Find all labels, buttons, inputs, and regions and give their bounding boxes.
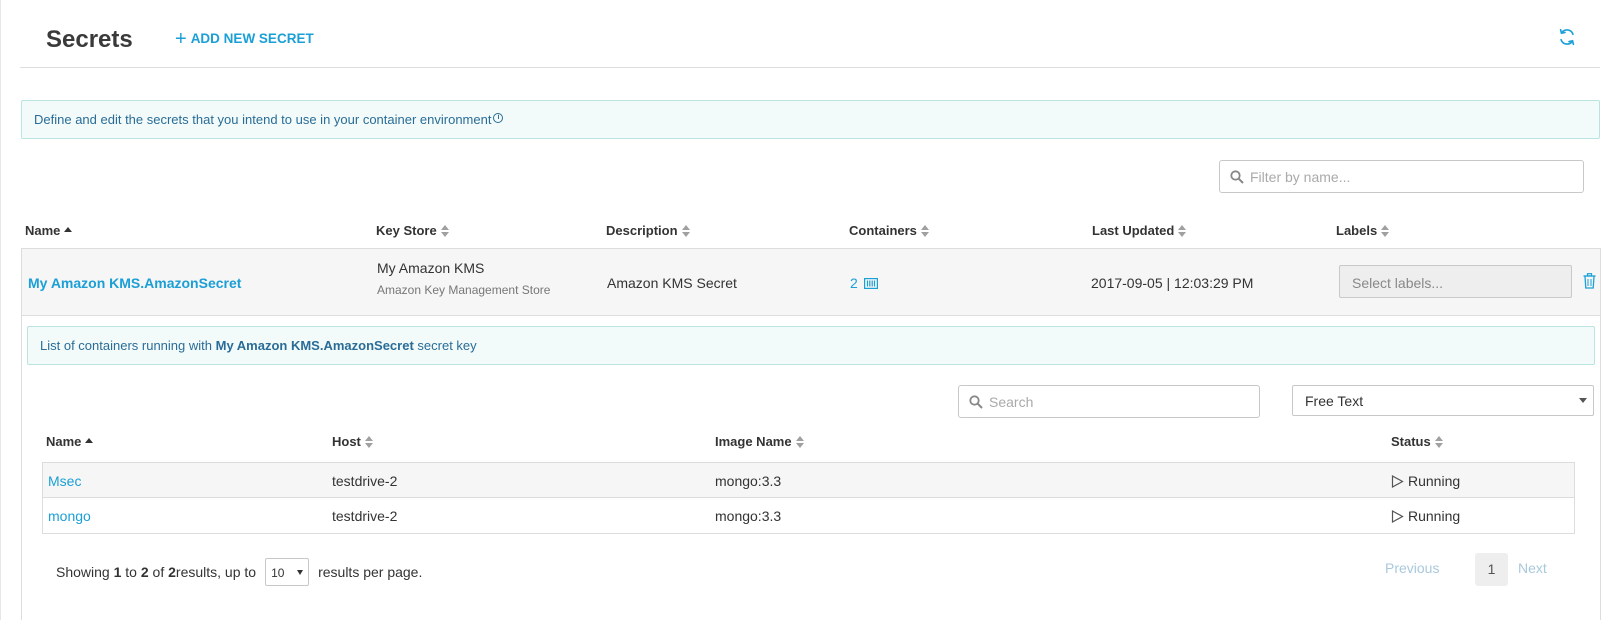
previous-page-button[interactable]: Previous xyxy=(1385,560,1439,576)
sort-icon xyxy=(920,224,929,237)
info-text-label: Define and edit the secrets that you int… xyxy=(34,112,492,127)
add-new-secret-button[interactable]: + ADD NEW SECRET xyxy=(175,27,314,50)
last-updated-value: 2017-09-05 | 12:03:29 PM xyxy=(1091,275,1254,291)
column-header-label: Description xyxy=(606,223,678,238)
column-header-label: Key Store xyxy=(376,223,437,238)
chevron-down-icon xyxy=(1579,398,1587,403)
sort-icon xyxy=(681,224,690,237)
plus-icon: + xyxy=(175,27,187,50)
info-text: Define and edit the secrets that you int… xyxy=(34,112,504,127)
containers-banner-suffix: secret key xyxy=(417,338,477,353)
showing-results-label: results, up to xyxy=(175,564,257,580)
sub-column-header-image-name[interactable]: Image Name xyxy=(715,434,804,449)
container-name-link[interactable]: Msec xyxy=(48,473,81,489)
container-status-label: Running xyxy=(1408,508,1461,524)
per-page-label: results per page. xyxy=(318,564,423,580)
secret-name-link[interactable]: My Amazon KMS.AmazonSecret xyxy=(28,275,241,291)
showing-label: Showing xyxy=(56,564,110,580)
containers-count: 2 xyxy=(850,275,858,291)
sort-ascending-icon xyxy=(64,225,73,237)
play-icon xyxy=(1391,474,1404,488)
sort-icon xyxy=(795,435,804,448)
labels-select[interactable]: Select labels... xyxy=(1339,265,1572,298)
containers-search-box xyxy=(958,385,1260,418)
search-type-select[interactable]: Free Text xyxy=(1292,385,1594,416)
container-image: mongo:3.3 xyxy=(715,508,782,524)
sub-column-header-name[interactable]: Name xyxy=(46,434,94,449)
column-header-label: Labels xyxy=(1336,223,1378,238)
column-header-labels[interactable]: Labels xyxy=(1336,223,1390,238)
sort-icon xyxy=(364,435,373,448)
secret-description: Amazon KMS Secret xyxy=(607,275,737,291)
sort-icon xyxy=(440,224,449,237)
page-1-button[interactable]: 1 xyxy=(1475,553,1508,586)
sub-column-header-status[interactable]: Status xyxy=(1391,434,1443,449)
containers-count-link[interactable]: 2 xyxy=(850,275,878,291)
column-header-label: Image Name xyxy=(715,434,792,449)
column-header-label: Status xyxy=(1391,434,1431,449)
showing-to-label: to xyxy=(125,564,137,580)
column-header-label: Name xyxy=(46,434,82,449)
containers-icon xyxy=(863,277,878,289)
container-host: testdrive-2 xyxy=(332,508,398,524)
showing-from: 1 xyxy=(113,564,122,580)
info-banner: Define and edit the secrets that you int… xyxy=(21,100,1600,139)
column-header-description[interactable]: Description xyxy=(606,223,690,238)
add-new-secret-label: ADD NEW SECRET xyxy=(190,31,314,46)
filter-by-name-input[interactable] xyxy=(1250,168,1550,185)
container-image: mongo:3.3 xyxy=(715,473,782,489)
refresh-icon[interactable] xyxy=(1556,26,1578,48)
showing-of-label: of xyxy=(152,564,165,580)
column-header-label: Last Updated xyxy=(1092,223,1175,238)
column-header-last-updated[interactable]: Last Updated xyxy=(1092,223,1187,238)
containers-panel: List of containers running with My Amazo… xyxy=(21,316,1601,620)
containers-banner-secret: My Amazon KMS.AmazonSecret xyxy=(215,338,414,353)
sort-icon xyxy=(1381,224,1390,237)
column-header-key-store[interactable]: Key Store xyxy=(376,223,449,238)
column-header-containers[interactable]: Containers xyxy=(849,223,929,238)
showing-to: 2 xyxy=(140,564,149,580)
play-icon xyxy=(1391,509,1404,523)
search-type-value: Free Text xyxy=(1305,393,1364,409)
sub-column-header-host[interactable]: Host xyxy=(332,434,373,449)
key-store-name: My Amazon KMS xyxy=(377,260,485,276)
container-host: testdrive-2 xyxy=(332,473,398,489)
trash-icon[interactable] xyxy=(1583,273,1596,289)
pagination-summary: Showing 1 to 2 of 2 results, up to 10 res… xyxy=(56,558,422,586)
table-row[interactable]: mongo testdrive-2 mongo:3.3 Running xyxy=(42,498,1575,534)
containers-banner: List of containers running with My Amazo… xyxy=(27,326,1595,365)
page-title: Secrets xyxy=(46,26,133,53)
showing-total: 2 xyxy=(168,564,176,580)
containers-search-input[interactable] xyxy=(989,393,1249,410)
table-row[interactable]: My Amazon KMS.AmazonSecret My Amazon KMS… xyxy=(21,248,1601,316)
column-header-name[interactable]: Name xyxy=(25,223,73,238)
sort-icon xyxy=(1178,224,1187,237)
search-icon xyxy=(969,394,983,409)
containers-banner-prefix: List of containers running with xyxy=(40,338,212,353)
sort-icon xyxy=(1434,435,1443,448)
sort-ascending-icon xyxy=(85,436,94,448)
per-page-value: 10 xyxy=(271,566,285,580)
left-border xyxy=(0,0,1,620)
column-header-label: Name xyxy=(25,223,61,238)
filter-box xyxy=(1219,160,1584,193)
container-name-link[interactable]: mongo xyxy=(48,508,91,524)
info-icon[interactable]: i xyxy=(493,112,504,123)
next-page-button[interactable]: Next xyxy=(1518,560,1547,576)
chevron-down-icon xyxy=(297,570,304,575)
per-page-select[interactable]: 10 xyxy=(265,558,310,586)
search-icon xyxy=(1230,169,1244,184)
column-header-label: Host xyxy=(332,434,361,449)
container-status: Running xyxy=(1391,508,1460,524)
key-store-type: Amazon Key Management Store xyxy=(377,283,551,297)
table-row[interactable]: Msec testdrive-2 mongo:3.3 Running xyxy=(42,462,1575,498)
container-status-label: Running xyxy=(1408,473,1461,489)
container-status: Running xyxy=(1391,473,1460,489)
page-header: Secrets + ADD NEW SECRET xyxy=(20,0,1600,68)
column-header-label: Containers xyxy=(849,223,917,238)
